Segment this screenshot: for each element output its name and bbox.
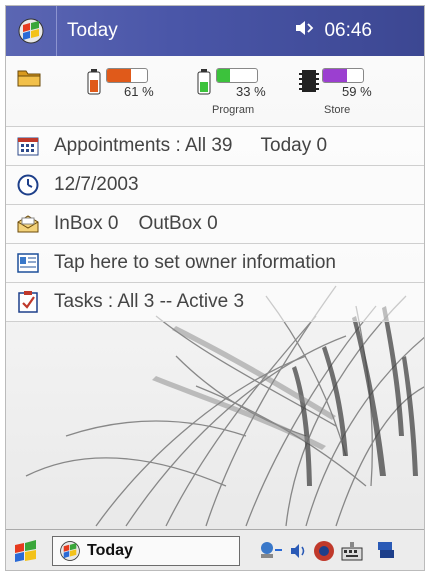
tasks-item[interactable]: Tasks : All 3 -- Active 3	[6, 282, 424, 322]
window-title: Today	[67, 20, 118, 41]
program-memory-bar	[216, 68, 258, 83]
appointments-today: Today 0	[260, 135, 328, 156]
envelope-icon	[16, 212, 40, 236]
device-screen: Today 06:46 61 % 33 % Program 59 % Store…	[5, 5, 425, 571]
date-item[interactable]: 12/7/2003	[6, 165, 424, 204]
backup-battery-icon	[197, 69, 211, 95]
tasks-label: Tasks : All 3 -- Active 3	[54, 291, 245, 312]
program-memory-caption: Program	[212, 104, 255, 116]
task-checklist-icon	[16, 290, 40, 314]
outbox-count: OutBox 0	[138, 213, 218, 234]
start-button[interactable]	[6, 6, 57, 56]
today-taskbar-button[interactable]: Today	[52, 536, 240, 566]
date-label: 12/7/2003	[54, 174, 139, 195]
start-flag-icon	[18, 18, 44, 44]
volume-icon[interactable]	[288, 538, 308, 569]
keyboard-icon[interactable]	[340, 538, 364, 569]
today-icon	[60, 541, 80, 561]
title-bar: Today 06:46	[6, 6, 424, 56]
main-battery-percent: 61 %	[124, 84, 154, 99]
appointments-item[interactable]: Appointments : All 39 Today 0	[6, 126, 424, 165]
main-battery-bar	[106, 68, 148, 83]
appointments-label: Appointments : All 39	[54, 135, 233, 156]
storage-memory-percent: 59 %	[342, 84, 372, 99]
program-memory-percent: 33 %	[236, 84, 266, 99]
windows-flag-icon[interactable]	[12, 538, 40, 566]
storage-memory-bar	[322, 68, 364, 83]
system-tray	[258, 538, 396, 569]
battery-icon	[87, 69, 101, 95]
clock[interactable]: 06:46	[324, 20, 372, 42]
taskbar: Today	[6, 529, 424, 570]
clock-icon	[16, 173, 40, 197]
calendar-icon	[16, 134, 40, 158]
inbox-count: InBox 0	[54, 213, 119, 234]
alert-icon[interactable]	[312, 538, 336, 569]
speaker-icon[interactable]	[294, 19, 316, 43]
folder-icon[interactable]	[16, 66, 42, 95]
contact-card-icon	[16, 251, 40, 275]
memory-chip-icon	[299, 70, 319, 92]
owner-info-item[interactable]: Tap here to set owner information	[6, 243, 424, 282]
messaging-item[interactable]: InBox 0 OutBox 0	[6, 204, 424, 243]
owner-info-label: Tap here to set owner information	[54, 252, 336, 273]
today-taskbar-label: Today	[87, 542, 133, 559]
storage-memory-caption: Store	[324, 104, 351, 116]
switcher-icon[interactable]	[376, 538, 396, 569]
status-row: 61 % 33 % Program 59 % Store	[6, 56, 424, 126]
title-bar-status: 06:46	[294, 19, 372, 43]
connectivity-icon[interactable]	[258, 538, 284, 569]
